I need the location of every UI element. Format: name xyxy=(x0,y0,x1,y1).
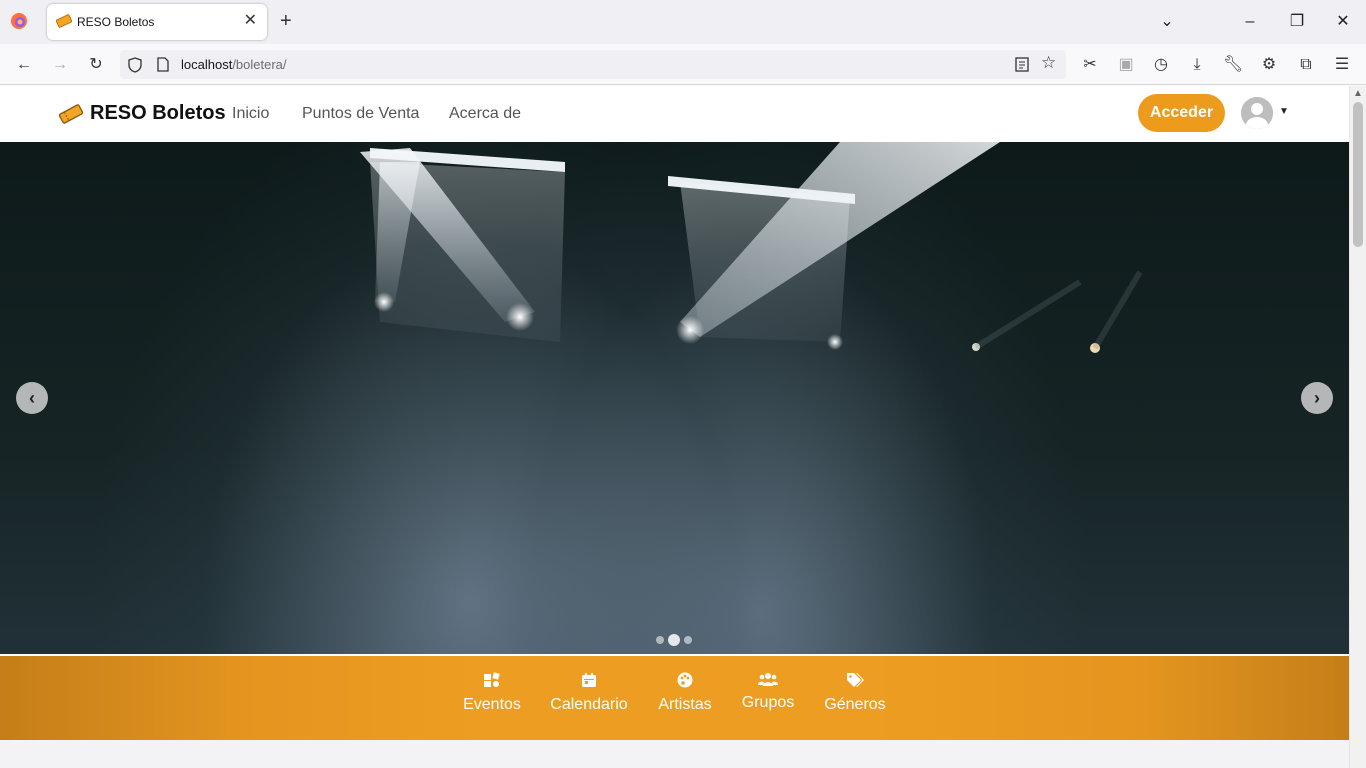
page-icon xyxy=(157,57,169,72)
ticket-icon xyxy=(56,14,72,28)
category-generos[interactable]: Géneros xyxy=(810,672,900,714)
nav-link-inicio[interactable]: Inicio xyxy=(232,105,269,123)
bookmark-star-icon[interactable]: ☆ xyxy=(1041,53,1056,73)
browser-toolbar: ← → ↻ localhost/boletera/ ☆ ✂ ▣ ◷ ⤓ 🔧︎ ⚙… xyxy=(0,44,1366,85)
download-icon[interactable]: ⤓ xyxy=(1186,54,1208,76)
nav-link-acerca-de[interactable]: Acerca de xyxy=(449,105,521,123)
category-label: Grupos xyxy=(741,694,795,711)
category-label: Géneros xyxy=(824,696,886,713)
stage-lights-image xyxy=(360,142,1143,353)
gear-icon[interactable]: ⚙ xyxy=(1258,54,1280,76)
scrollbar-thumb[interactable] xyxy=(1353,102,1363,247)
scroll-up-icon[interactable]: ▲ xyxy=(1353,88,1363,99)
user-menu-caret-icon[interactable]: ▼ xyxy=(1279,106,1289,117)
minimize-button[interactable]: – xyxy=(1240,12,1260,32)
menu-icon[interactable]: ☰ xyxy=(1331,54,1353,76)
category-grupos[interactable]: Grupos xyxy=(723,672,813,712)
user-icon xyxy=(1241,97,1273,129)
history-icon[interactable]: ◷ xyxy=(1150,54,1172,76)
browser-tab-active[interactable]: RESO Boletos ✕ xyxy=(47,4,267,40)
address-bar[interactable]: localhost/boletera/ ☆ xyxy=(120,50,1066,79)
restore-button[interactable]: ❐ xyxy=(1287,12,1307,32)
web-page: RESO Boletos Inicio Puntos de Venta Acer… xyxy=(0,86,1349,768)
avatar[interactable] xyxy=(1241,97,1273,129)
brand-name: RESO Boletos xyxy=(90,102,226,124)
url-path: /boletera/ xyxy=(232,57,287,72)
carousel-dot-1[interactable] xyxy=(656,636,664,644)
reader-view-icon[interactable] xyxy=(1015,57,1029,72)
extension-disabled-icon[interactable]: ▣ xyxy=(1115,54,1137,76)
reload-icon[interactable]: ↻ xyxy=(85,54,107,76)
page-scrollbar[interactable]: ▲ xyxy=(1349,86,1366,768)
carousel-dot-3[interactable] xyxy=(684,636,692,644)
url-host: localhost xyxy=(181,57,233,72)
calendar-icon xyxy=(582,673,596,687)
category-eventos[interactable]: Eventos xyxy=(447,672,537,714)
tab-list-chevron-icon[interactable]: ⌄ xyxy=(1157,12,1177,32)
screenshot-icon[interactable]: ✂ xyxy=(1079,54,1101,76)
hero-carousel: ‹ › xyxy=(0,142,1349,654)
nav-link-puntos-de-venta[interactable]: Puntos de Venta xyxy=(302,105,419,123)
back-icon[interactable]: ← xyxy=(13,54,35,76)
category-artistas[interactable]: Artistas xyxy=(640,672,730,714)
tab-title: RESO Boletos xyxy=(77,15,155,29)
category-label: Artistas xyxy=(658,696,712,713)
carousel-next-button[interactable]: › xyxy=(1301,382,1333,414)
carousel-indicators xyxy=(656,634,692,646)
carousel-prev-button[interactable]: ‹ xyxy=(16,382,48,414)
new-tab-button[interactable]: + xyxy=(280,11,292,31)
firefox-icon[interactable] xyxy=(10,12,28,30)
close-tab-icon[interactable]: ✕ xyxy=(244,13,257,29)
wrench-icon[interactable]: 🔧︎ xyxy=(1222,54,1244,76)
carousel-dot-2[interactable] xyxy=(668,634,680,646)
shield-icon[interactable] xyxy=(128,57,142,73)
group-icon xyxy=(758,673,778,686)
content-area xyxy=(0,740,1349,768)
events-icon xyxy=(484,672,500,687)
forward-icon[interactable]: → xyxy=(49,54,71,76)
url-text: localhost/boletera/ xyxy=(181,57,287,72)
category-label: Eventos xyxy=(463,696,521,713)
brand-link[interactable]: RESO Boletos xyxy=(58,102,226,125)
category-calendario[interactable]: Calendario xyxy=(544,672,634,714)
category-bar: Eventos Calendario Artistas Grupos Géner… xyxy=(0,656,1349,740)
browser-tab-bar: RESO Boletos ✕ + ⌄ – ❐ ✕ xyxy=(0,0,1366,44)
login-button[interactable]: Acceder xyxy=(1138,94,1225,132)
close-window-button[interactable]: ✕ xyxy=(1333,12,1353,32)
site-navbar: RESO Boletos Inicio Puntos de Venta Acer… xyxy=(0,86,1349,142)
category-label: Calendario xyxy=(550,696,628,713)
extensions-icon[interactable]: ⧉ xyxy=(1295,54,1317,76)
ticket-logo-icon xyxy=(58,103,84,124)
palette-icon xyxy=(677,672,693,688)
tags-icon xyxy=(847,673,864,687)
